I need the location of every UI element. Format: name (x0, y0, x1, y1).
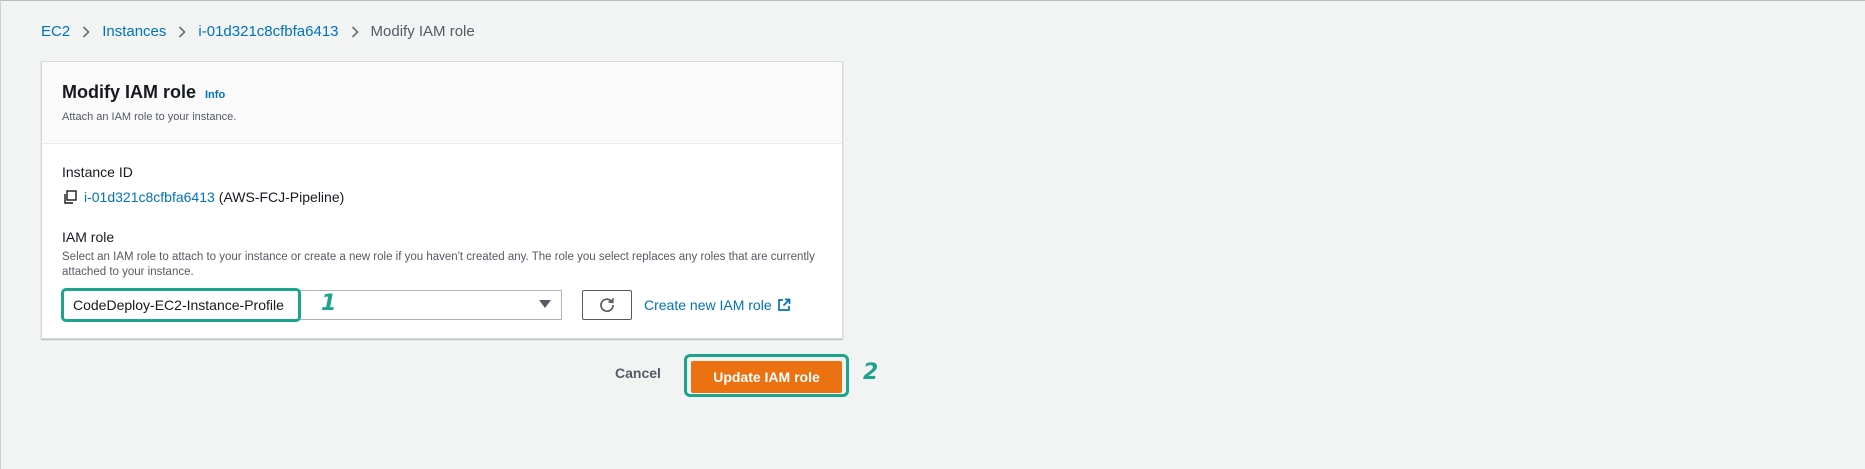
breadcrumb-current: Modify IAM role (370, 23, 475, 40)
panel-body: Instance ID i-01d321c8cfbfa6413 (AWS-FCJ… (42, 144, 842, 322)
instance-id-row: i-01d321c8cfbfa6413 (AWS-FCJ-Pipeline) (62, 189, 822, 205)
panel-header: Modify IAM role Info Attach an IAM role … (42, 62, 842, 144)
iam-role-selected-value: CodeDeploy-EC2-Instance-Profile (73, 297, 284, 313)
copy-icon[interactable] (62, 189, 78, 205)
breadcrumb-instances[interactable]: Instances (102, 23, 166, 40)
chevron-right-icon (351, 25, 359, 38)
breadcrumb: EC2 Instances i-01d321c8cfbfa6413 Modify… (41, 23, 475, 40)
instance-id-label: Instance ID (62, 164, 133, 180)
panel-description: Attach an IAM role to your instance. (62, 111, 237, 123)
page: EC2 Instances i-01d321c8cfbfa6413 Modify… (0, 0, 1865, 469)
page-title: Modify IAM role (62, 82, 196, 102)
create-new-iam-role-label: Create new IAM role (644, 297, 772, 313)
modify-iam-role-panel: Modify IAM role Info Attach an IAM role … (41, 61, 843, 339)
annotation-step-2: 2 (863, 360, 879, 385)
panel-title-row: Modify IAM role Info (62, 82, 822, 103)
instance-name: (AWS-FCJ-Pipeline) (218, 189, 345, 205)
info-link[interactable]: Info (205, 89, 225, 101)
iam-role-select[interactable]: CodeDeploy-EC2-Instance-Profile 1 (61, 288, 562, 322)
chevron-right-icon (82, 25, 90, 38)
chevron-right-icon (178, 25, 187, 38)
iam-role-row: CodeDeploy-EC2-Instance-Profile 1 Create… (61, 288, 822, 322)
instance-id-link[interactable]: i-01d321c8cfbfa6413 (84, 189, 215, 205)
create-new-iam-role-link[interactable]: Create new IAM role (644, 297, 791, 313)
iam-role-description: Select an IAM role to attach to your ins… (62, 251, 815, 278)
breadcrumb-instance-id[interactable]: i-01d321c8cfbfa6413 (198, 23, 338, 40)
breadcrumb-ec2[interactable]: EC2 (41, 23, 70, 40)
cancel-button[interactable]: Cancel (615, 365, 661, 381)
caret-down-icon (539, 300, 551, 308)
update-iam-role-button[interactable]: Update IAM role (691, 361, 842, 393)
annotation-step-1: 1 (321, 291, 337, 316)
refresh-button[interactable] (582, 290, 632, 320)
external-link-icon (777, 298, 791, 312)
iam-role-label: IAM role (62, 229, 115, 245)
refresh-icon (598, 296, 616, 314)
